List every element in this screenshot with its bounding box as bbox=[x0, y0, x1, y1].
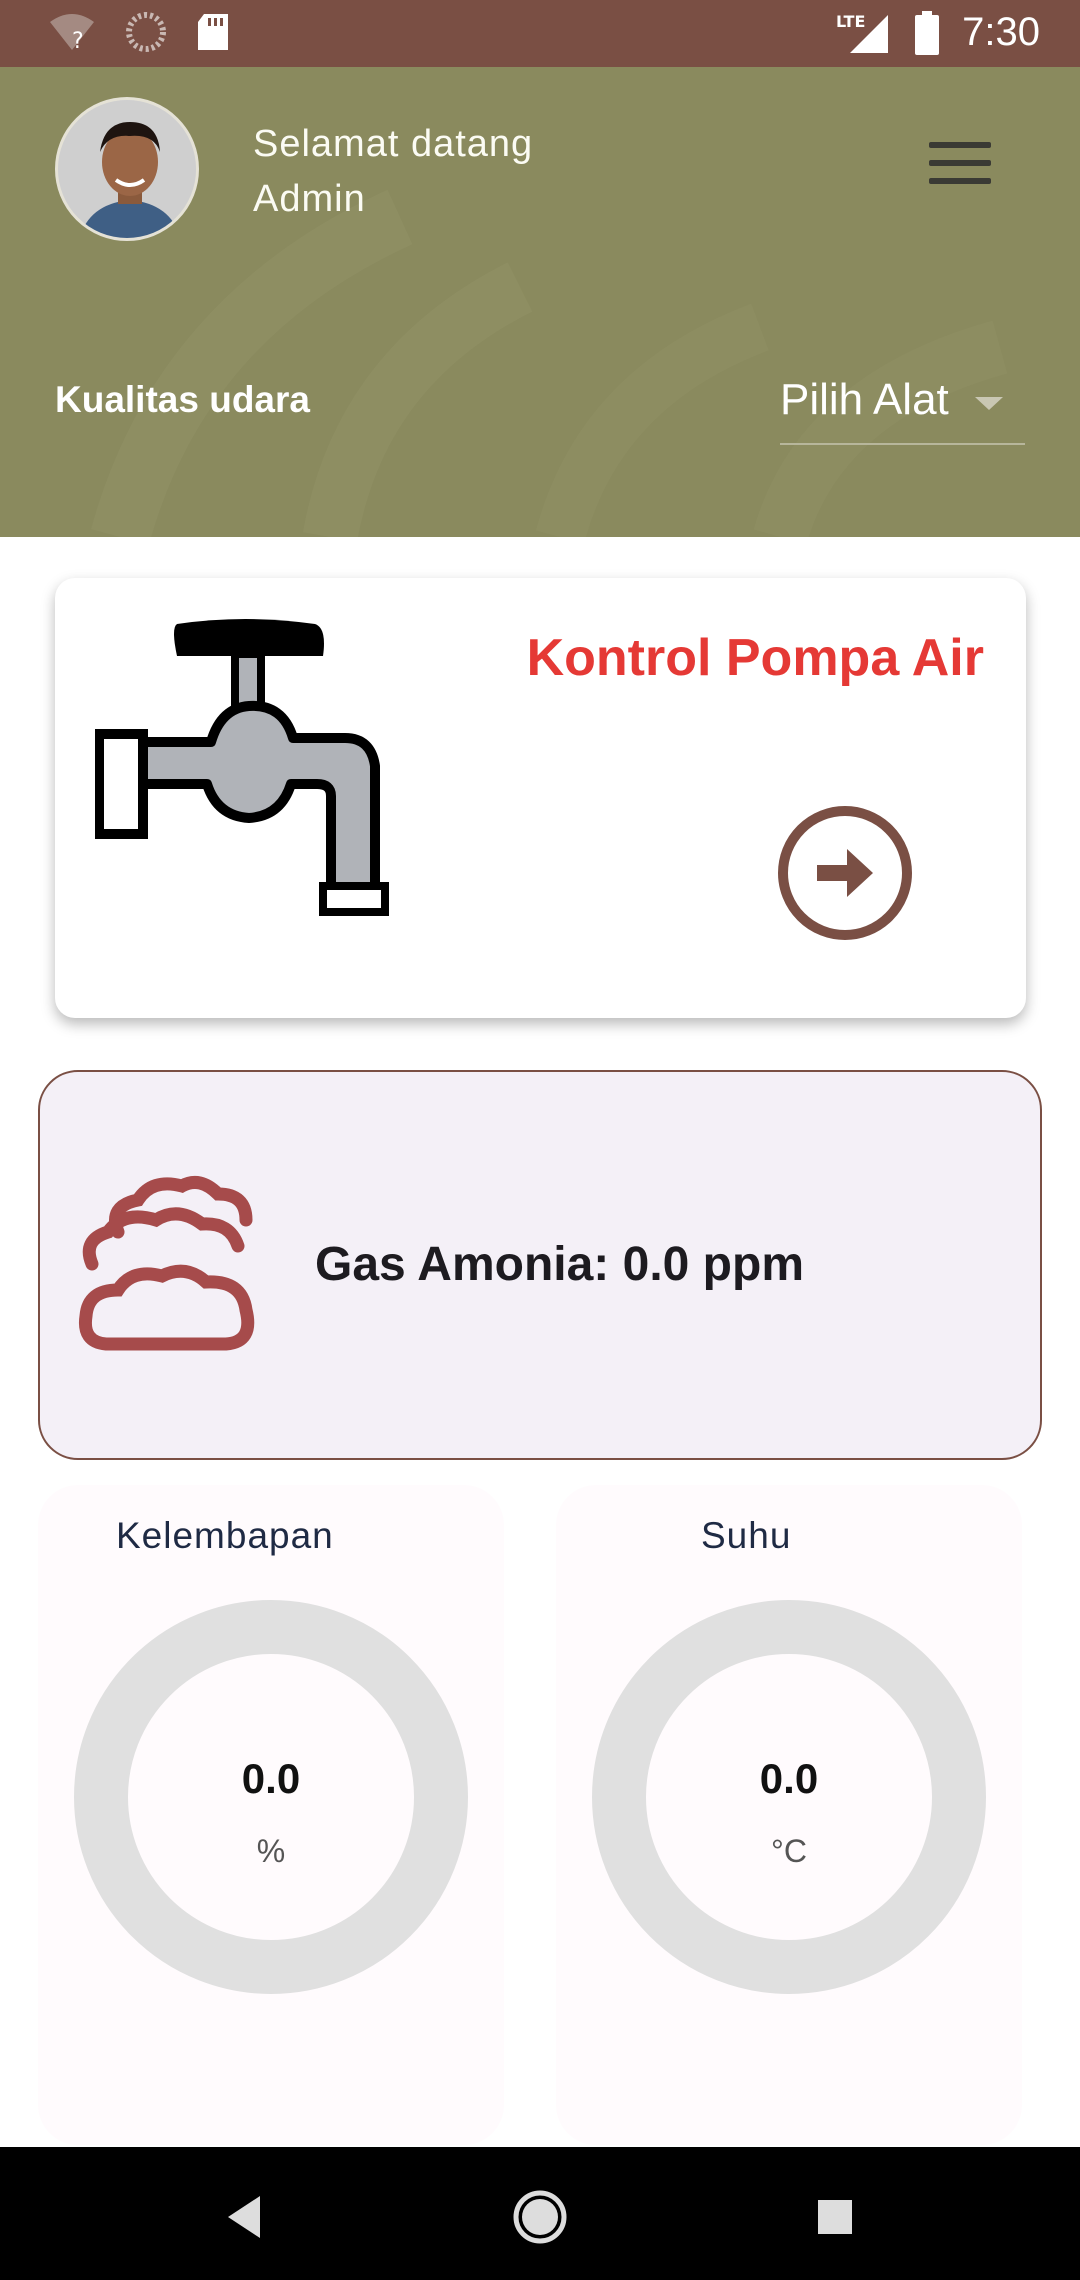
welcome-username: Admin bbox=[253, 178, 366, 220]
dropdown-caret-icon bbox=[975, 397, 1003, 410]
user-photo-icon bbox=[58, 100, 196, 238]
temperature-value: 0.0 bbox=[759, 1755, 819, 1802]
pump-title: Kontrol Pompa Air bbox=[526, 629, 984, 687]
wifi-question-icon: ? bbox=[50, 14, 94, 52]
faucet-icon bbox=[95, 619, 389, 916]
temperature-unit: °C bbox=[771, 1833, 807, 1869]
pump-control-card[interactable]: Kontrol Pompa Air bbox=[55, 578, 1026, 1018]
hamburger-icon bbox=[920, 142, 1000, 184]
welcome-greeting: Selamat datang bbox=[253, 123, 534, 165]
temperature-gauge-card: Suhu 0.0 °C bbox=[556, 1485, 1022, 2145]
recents-icon[interactable] bbox=[800, 2182, 870, 2252]
header: Selamat datang Admin Kualitas udara Pili… bbox=[0, 67, 1080, 537]
back-icon[interactable] bbox=[210, 2182, 280, 2252]
battery-icon bbox=[915, 10, 940, 55]
humidity-label: Kelembapan bbox=[116, 1515, 334, 1556]
humidity-gauge-card: Kelembapan 0.0 % bbox=[38, 1485, 504, 2145]
avatar[interactable] bbox=[55, 97, 199, 241]
gas-ammonia-reading: Gas Amonia: 0.0 ppm bbox=[315, 1238, 804, 1291]
svg-text:LTE: LTE bbox=[836, 12, 865, 31]
loading-icon bbox=[126, 12, 166, 52]
menu-button[interactable] bbox=[920, 142, 1000, 202]
humidity-unit: % bbox=[256, 1833, 286, 1869]
gas-ammonia-card: Gas Amonia: 0.0 ppm bbox=[38, 1070, 1042, 1460]
device-select-dropdown[interactable]: Pilih Alat bbox=[780, 367, 1025, 445]
sd-card-icon bbox=[198, 14, 228, 50]
status-bar: ? LTE 7:30 bbox=[0, 0, 1080, 67]
humidity-value: 0.0 bbox=[241, 1755, 301, 1802]
home-icon[interactable] bbox=[505, 2182, 575, 2252]
arrow-circle-right-icon[interactable] bbox=[775, 803, 915, 943]
temperature-label: Suhu bbox=[701, 1515, 792, 1556]
welcome-text: Selamat datang Admin bbox=[253, 117, 533, 227]
status-time: 7:30 bbox=[962, 10, 1040, 54]
device-select-value: Pilih Alat bbox=[780, 375, 949, 424]
section-title: Kualitas udara bbox=[55, 379, 310, 420]
clouds-icon bbox=[78, 1175, 255, 1351]
lte-signal-icon: LTE bbox=[836, 12, 889, 53]
system-nav-bar bbox=[0, 2147, 1080, 2280]
svg-text:?: ? bbox=[72, 29, 84, 52]
